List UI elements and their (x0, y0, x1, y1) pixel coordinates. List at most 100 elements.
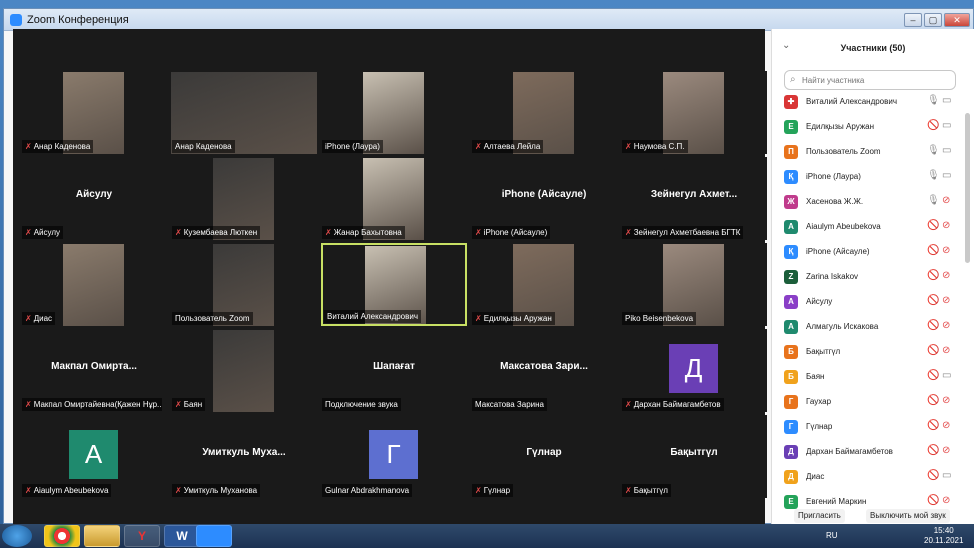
participant-row[interactable]: Г Гүлнар 🚫 ⊘ (772, 415, 962, 440)
video-tile[interactable]: Бақытгүл ✗ Бақытгүл (621, 415, 767, 498)
microphone-icon[interactable]: 🎙 (927, 195, 940, 206)
clock[interactable]: 15:40 20.11.2021 (924, 526, 963, 546)
video-tile[interactable]: ✗ Наумова С.П. (621, 71, 767, 154)
camera-icon[interactable]: ▭ (942, 95, 951, 106)
video-tile[interactable]: ✗ Диас (21, 243, 167, 326)
participant-row[interactable]: ҚiPhone (Айсауле) 🚫 ⊘ (772, 240, 962, 265)
camera-off-icon[interactable]: ⊘ (942, 245, 950, 256)
participant-row[interactable]: Б Бақытгүл 🚫 ⊘ (772, 340, 962, 365)
microphone-muted-icon[interactable]: 🚫 (927, 295, 939, 306)
explorer-icon[interactable] (84, 525, 120, 547)
video-tile[interactable]: iPhone (Лаура) (321, 71, 467, 154)
mute-self-button[interactable]: Выключить мой звук (866, 509, 950, 523)
microphone-muted-icon[interactable]: 🚫 (927, 445, 939, 456)
video-tile[interactable]: Айсулу ✗ Айсулу (21, 157, 167, 240)
yandex-icon[interactable]: Y (124, 525, 160, 547)
participant-row[interactable]: Z Zarina Iskakov 🚫 ⊘ (772, 265, 962, 290)
microphone-muted-icon[interactable]: 🚫 (927, 395, 939, 406)
video-tile[interactable]: ✗ Баян (171, 329, 317, 412)
tile-display-name: Умиткуль Муха... (202, 447, 286, 458)
video-tile[interactable]: Максатова Зари... Максатова Зарина (471, 329, 617, 412)
microphone-icon[interactable]: 🎙 (927, 145, 940, 156)
video-tile[interactable]: ✗ Жанар Бахытовна (321, 157, 467, 240)
video-tile[interactable]: Виталий Александрович (321, 243, 467, 326)
video-tile[interactable]: ✗ Алтаева Лейла (471, 71, 617, 154)
language-indicator[interactable]: RU (826, 531, 838, 540)
camera-off-icon[interactable]: ⊘ (942, 220, 950, 231)
camera-off-icon[interactable]: ⊘ (942, 195, 950, 206)
participant-row[interactable]: Г Гаухар 🚫 ⊘ (772, 390, 962, 415)
camera-icon[interactable]: ▭ (942, 170, 951, 181)
video-tile[interactable]: A ✗ Aiaulym Abeubekova (21, 415, 167, 498)
microphone-muted-icon[interactable]: 🚫 (927, 495, 939, 506)
video-tile[interactable]: ✗ Анар Каденова (21, 71, 167, 154)
scrollbar[interactable] (965, 113, 970, 263)
camera-off-icon[interactable]: ⊘ (942, 395, 950, 406)
video-tile[interactable]: Зейнегул Ахмет... ✗ Зейнегул Ахметбаевна Б… (621, 157, 767, 240)
participant-row[interactable]: Б Баян 🚫 ▭ (772, 365, 962, 390)
word-icon[interactable]: W (164, 525, 200, 547)
participant-avatar: Ж (784, 195, 798, 209)
video-tile[interactable]: Piko Beisenbekova (621, 243, 767, 326)
video-tile[interactable]: iPhone (Айсауле) ✗ iPhone (Айсауле) (471, 157, 617, 240)
tile-label-text: Зейнегул Ахметбаевна БГТК (633, 228, 741, 237)
tile-label-text: Жанар Бахытовна (333, 228, 402, 237)
mic-muted-icon: ✗ (625, 486, 632, 495)
video-tile[interactable]: Анар Каденова (171, 71, 317, 154)
video-tile[interactable]: Макпал Омирта... ✗ Макпал Омиртайевна(Қаже… (21, 329, 167, 412)
clock-time: 15:40 (933, 526, 954, 535)
camera-off-icon[interactable]: ⊘ (942, 270, 950, 281)
microphone-muted-icon[interactable]: 🚫 (927, 320, 939, 331)
participant-row[interactable]: П Пользователь Zoom 🎙 ▭ (772, 140, 962, 165)
microphone-muted-icon[interactable]: 🚫 (927, 245, 939, 256)
video-tile[interactable]: Пользователь Zoom (171, 243, 317, 326)
maximize-button[interactable]: ▢ (924, 13, 942, 27)
camera-icon[interactable]: ▭ (942, 370, 951, 381)
camera-off-icon[interactable]: ⊘ (942, 445, 950, 456)
zoom-taskbar-icon[interactable] (196, 525, 232, 547)
microphone-icon[interactable]: 🎙 (927, 170, 940, 181)
camera-off-icon[interactable]: ⊘ (942, 420, 950, 431)
microphone-muted-icon[interactable]: 🚫 (927, 345, 939, 356)
chrome-icon[interactable] (44, 525, 80, 547)
camera-icon[interactable]: ▭ (942, 120, 951, 131)
microphone-muted-icon[interactable]: 🚫 (927, 220, 939, 231)
minimize-button[interactable]: – (904, 13, 922, 27)
search-box[interactable]: ⌕ (784, 70, 956, 90)
video-tile[interactable]: Гүлнар ✗ Гүлнар (471, 415, 617, 498)
participant-name: Дархан Баймагамбетов (806, 447, 893, 456)
camera-icon[interactable]: ▭ (942, 145, 951, 156)
video-tile[interactable]: Г Gulnar Abdrakhmanova (321, 415, 467, 498)
microphone-muted-icon[interactable]: 🚫 (927, 370, 939, 381)
participant-row[interactable]: А Алмагуль Искакова 🚫 ⊘ (772, 315, 962, 340)
microphone-muted-icon[interactable]: 🚫 (927, 120, 939, 131)
participant-row[interactable]: ✚ Виталий Александрович 🎙 ▭ (772, 90, 962, 115)
mic-muted-icon: ✗ (475, 486, 482, 495)
camera-off-icon[interactable]: ⊘ (942, 295, 950, 306)
participant-row[interactable]: А Айсулу 🚫 ⊘ (772, 290, 962, 315)
camera-off-icon[interactable]: ⊘ (942, 320, 950, 331)
participant-row[interactable]: A Aiaulym Abeubekova 🚫 ⊘ (772, 215, 962, 240)
participant-row[interactable]: Е Едилқызы Аружан 🚫 ▭ (772, 115, 962, 140)
video-tile[interactable]: ✗ Едилқызы Аружан (471, 243, 617, 326)
invite-button[interactable]: Пригласить (794, 509, 845, 523)
search-input[interactable] (802, 73, 952, 87)
microphone-muted-icon[interactable]: 🚫 (927, 420, 939, 431)
participant-row[interactable]: Д Диас 🚫 ▭ (772, 465, 962, 490)
video-tile[interactable]: Шапағат Подключение звука (321, 329, 467, 412)
camera-off-icon[interactable]: ⊘ (942, 495, 950, 506)
microphone-icon[interactable]: 🎙 (927, 95, 940, 106)
camera-icon[interactable]: ▭ (942, 470, 951, 481)
microphone-muted-icon[interactable]: 🚫 (927, 270, 939, 281)
microphone-muted-icon[interactable]: 🚫 (927, 470, 939, 481)
camera-off-icon[interactable]: ⊘ (942, 345, 950, 356)
close-button[interactable]: ✕ (944, 13, 970, 27)
video-tile[interactable]: Д ✗ Дархан Баймагамбетов (621, 329, 767, 412)
video-tile[interactable]: ✗ Кузембаева Люткен (171, 157, 317, 240)
tile-label-text: Гүлнар (483, 486, 511, 495)
start-button[interactable] (2, 525, 32, 547)
participant-row[interactable]: Ж Хасенова Ж.Ж. 🎙 ⊘ (772, 190, 962, 215)
video-tile[interactable]: Умиткуль Муха... ✗ Умиткуль Муханова (171, 415, 317, 498)
participant-row[interactable]: Д Дархан Баймагамбетов 🚫 ⊘ (772, 440, 962, 465)
participant-row[interactable]: ҚiPhone (Лаура) 🎙 ▭ (772, 165, 962, 190)
